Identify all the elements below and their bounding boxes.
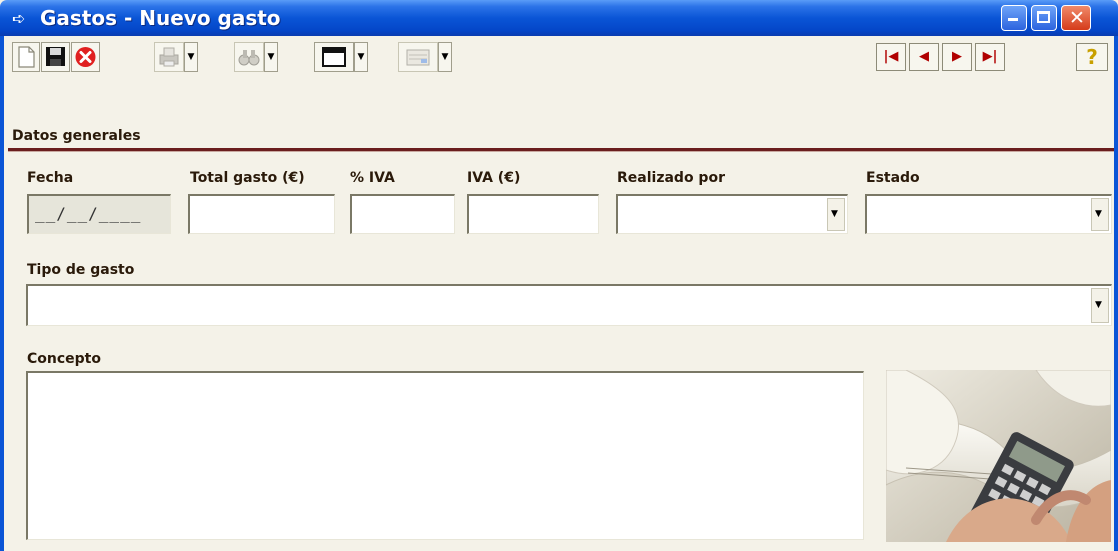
find-icon xyxy=(238,50,260,66)
view-icon xyxy=(406,49,430,66)
chevron-down-icon: ▼ xyxy=(267,52,275,62)
help-button[interactable]: ? xyxy=(1076,43,1108,71)
app-icon: ➪ xyxy=(12,9,26,28)
expense-window: ➪ Gastos - Nuevo gasto ✕ ▼ ▼ ▼ ▼ |◀ ◀ ▶ … xyxy=(0,0,1118,551)
chevron-down-icon: ▼ xyxy=(441,52,449,62)
chevron-down-icon: ▼ xyxy=(1095,299,1102,310)
window-frame-right xyxy=(1114,36,1118,551)
realizado-por-label: Realizado por xyxy=(617,170,725,186)
fecha-field[interactable]: __/__/____ xyxy=(27,194,171,234)
title-bar[interactable]: ➪ Gastos - Nuevo gasto ✕ xyxy=(0,0,1118,36)
fecha-label: Fecha xyxy=(27,170,74,186)
realizado-por-dropdown-button[interactable]: ▼ xyxy=(827,198,845,231)
last-record-icon: ▶| xyxy=(982,49,998,64)
view-button[interactable] xyxy=(398,42,438,72)
first-record-icon: |◀ xyxy=(883,49,899,64)
window-button[interactable] xyxy=(314,42,354,72)
section-title: Datos generales xyxy=(12,128,141,144)
calculator-photo xyxy=(886,370,1111,542)
estado-dropdown-button[interactable]: ▼ xyxy=(1091,198,1109,231)
minimize-icon xyxy=(1008,18,1018,21)
new-document-icon xyxy=(18,46,35,68)
window-frame-left xyxy=(0,36,4,551)
chevron-down-icon: ▼ xyxy=(357,52,365,62)
iva-amount-label: IVA (€) xyxy=(467,170,521,186)
save-icon xyxy=(46,47,65,66)
minimize-button[interactable] xyxy=(1001,5,1027,31)
total-gasto-label: Total gasto (€) xyxy=(190,170,305,186)
previous-record-button[interactable]: ◀ xyxy=(909,43,939,71)
tipo-de-gasto-label: Tipo de gasto xyxy=(27,262,135,278)
iva-percent-label: % IVA xyxy=(350,170,395,186)
window-dropdown[interactable]: ▼ xyxy=(354,42,368,72)
maximize-icon xyxy=(1037,11,1050,23)
maximize-button[interactable] xyxy=(1031,5,1057,31)
tipo-de-gasto-select[interactable]: ▼ xyxy=(26,284,1112,326)
close-button[interactable]: ✕ xyxy=(1061,5,1091,31)
find-dropdown[interactable]: ▼ xyxy=(264,42,278,72)
save-button[interactable] xyxy=(41,42,70,72)
concepto-textarea[interactable] xyxy=(26,371,864,540)
iva-amount-field[interactable] xyxy=(467,194,599,234)
section-divider xyxy=(8,148,1114,152)
window-title: Gastos - Nuevo gasto xyxy=(40,6,281,30)
print-icon xyxy=(159,47,179,67)
find-button[interactable] xyxy=(234,42,264,72)
total-gasto-field[interactable] xyxy=(188,194,335,234)
estado-label: Estado xyxy=(866,170,920,186)
chevron-down-icon: ▼ xyxy=(187,52,195,62)
fecha-value: __/__/____ xyxy=(35,204,142,223)
tipo-de-gasto-dropdown-button[interactable]: ▼ xyxy=(1091,288,1109,323)
estado-select[interactable]: ▼ xyxy=(865,194,1112,234)
cancel-icon xyxy=(75,47,96,67)
print-dropdown[interactable]: ▼ xyxy=(184,42,198,72)
cancel-button[interactable] xyxy=(71,42,100,72)
chevron-down-icon: ▼ xyxy=(1095,208,1102,219)
help-icon: ? xyxy=(1086,45,1098,69)
previous-record-icon: ◀ xyxy=(919,49,929,64)
window-icon xyxy=(322,47,346,67)
close-icon: ✕ xyxy=(1069,7,1085,29)
new-button[interactable] xyxy=(12,42,40,72)
concepto-label: Concepto xyxy=(27,351,101,367)
first-record-button[interactable]: |◀ xyxy=(876,43,906,71)
toolbar: ▼ ▼ ▼ ▼ |◀ ◀ ▶ ▶| ? xyxy=(4,36,1114,80)
next-record-button[interactable]: ▶ xyxy=(942,43,972,71)
iva-percent-field[interactable] xyxy=(350,194,455,234)
next-record-icon: ▶ xyxy=(952,49,962,64)
view-dropdown[interactable]: ▼ xyxy=(438,42,452,72)
chevron-down-icon: ▼ xyxy=(831,208,838,219)
realizado-por-select[interactable]: ▼ xyxy=(616,194,848,234)
last-record-button[interactable]: ▶| xyxy=(975,43,1005,71)
print-button[interactable] xyxy=(154,42,184,72)
